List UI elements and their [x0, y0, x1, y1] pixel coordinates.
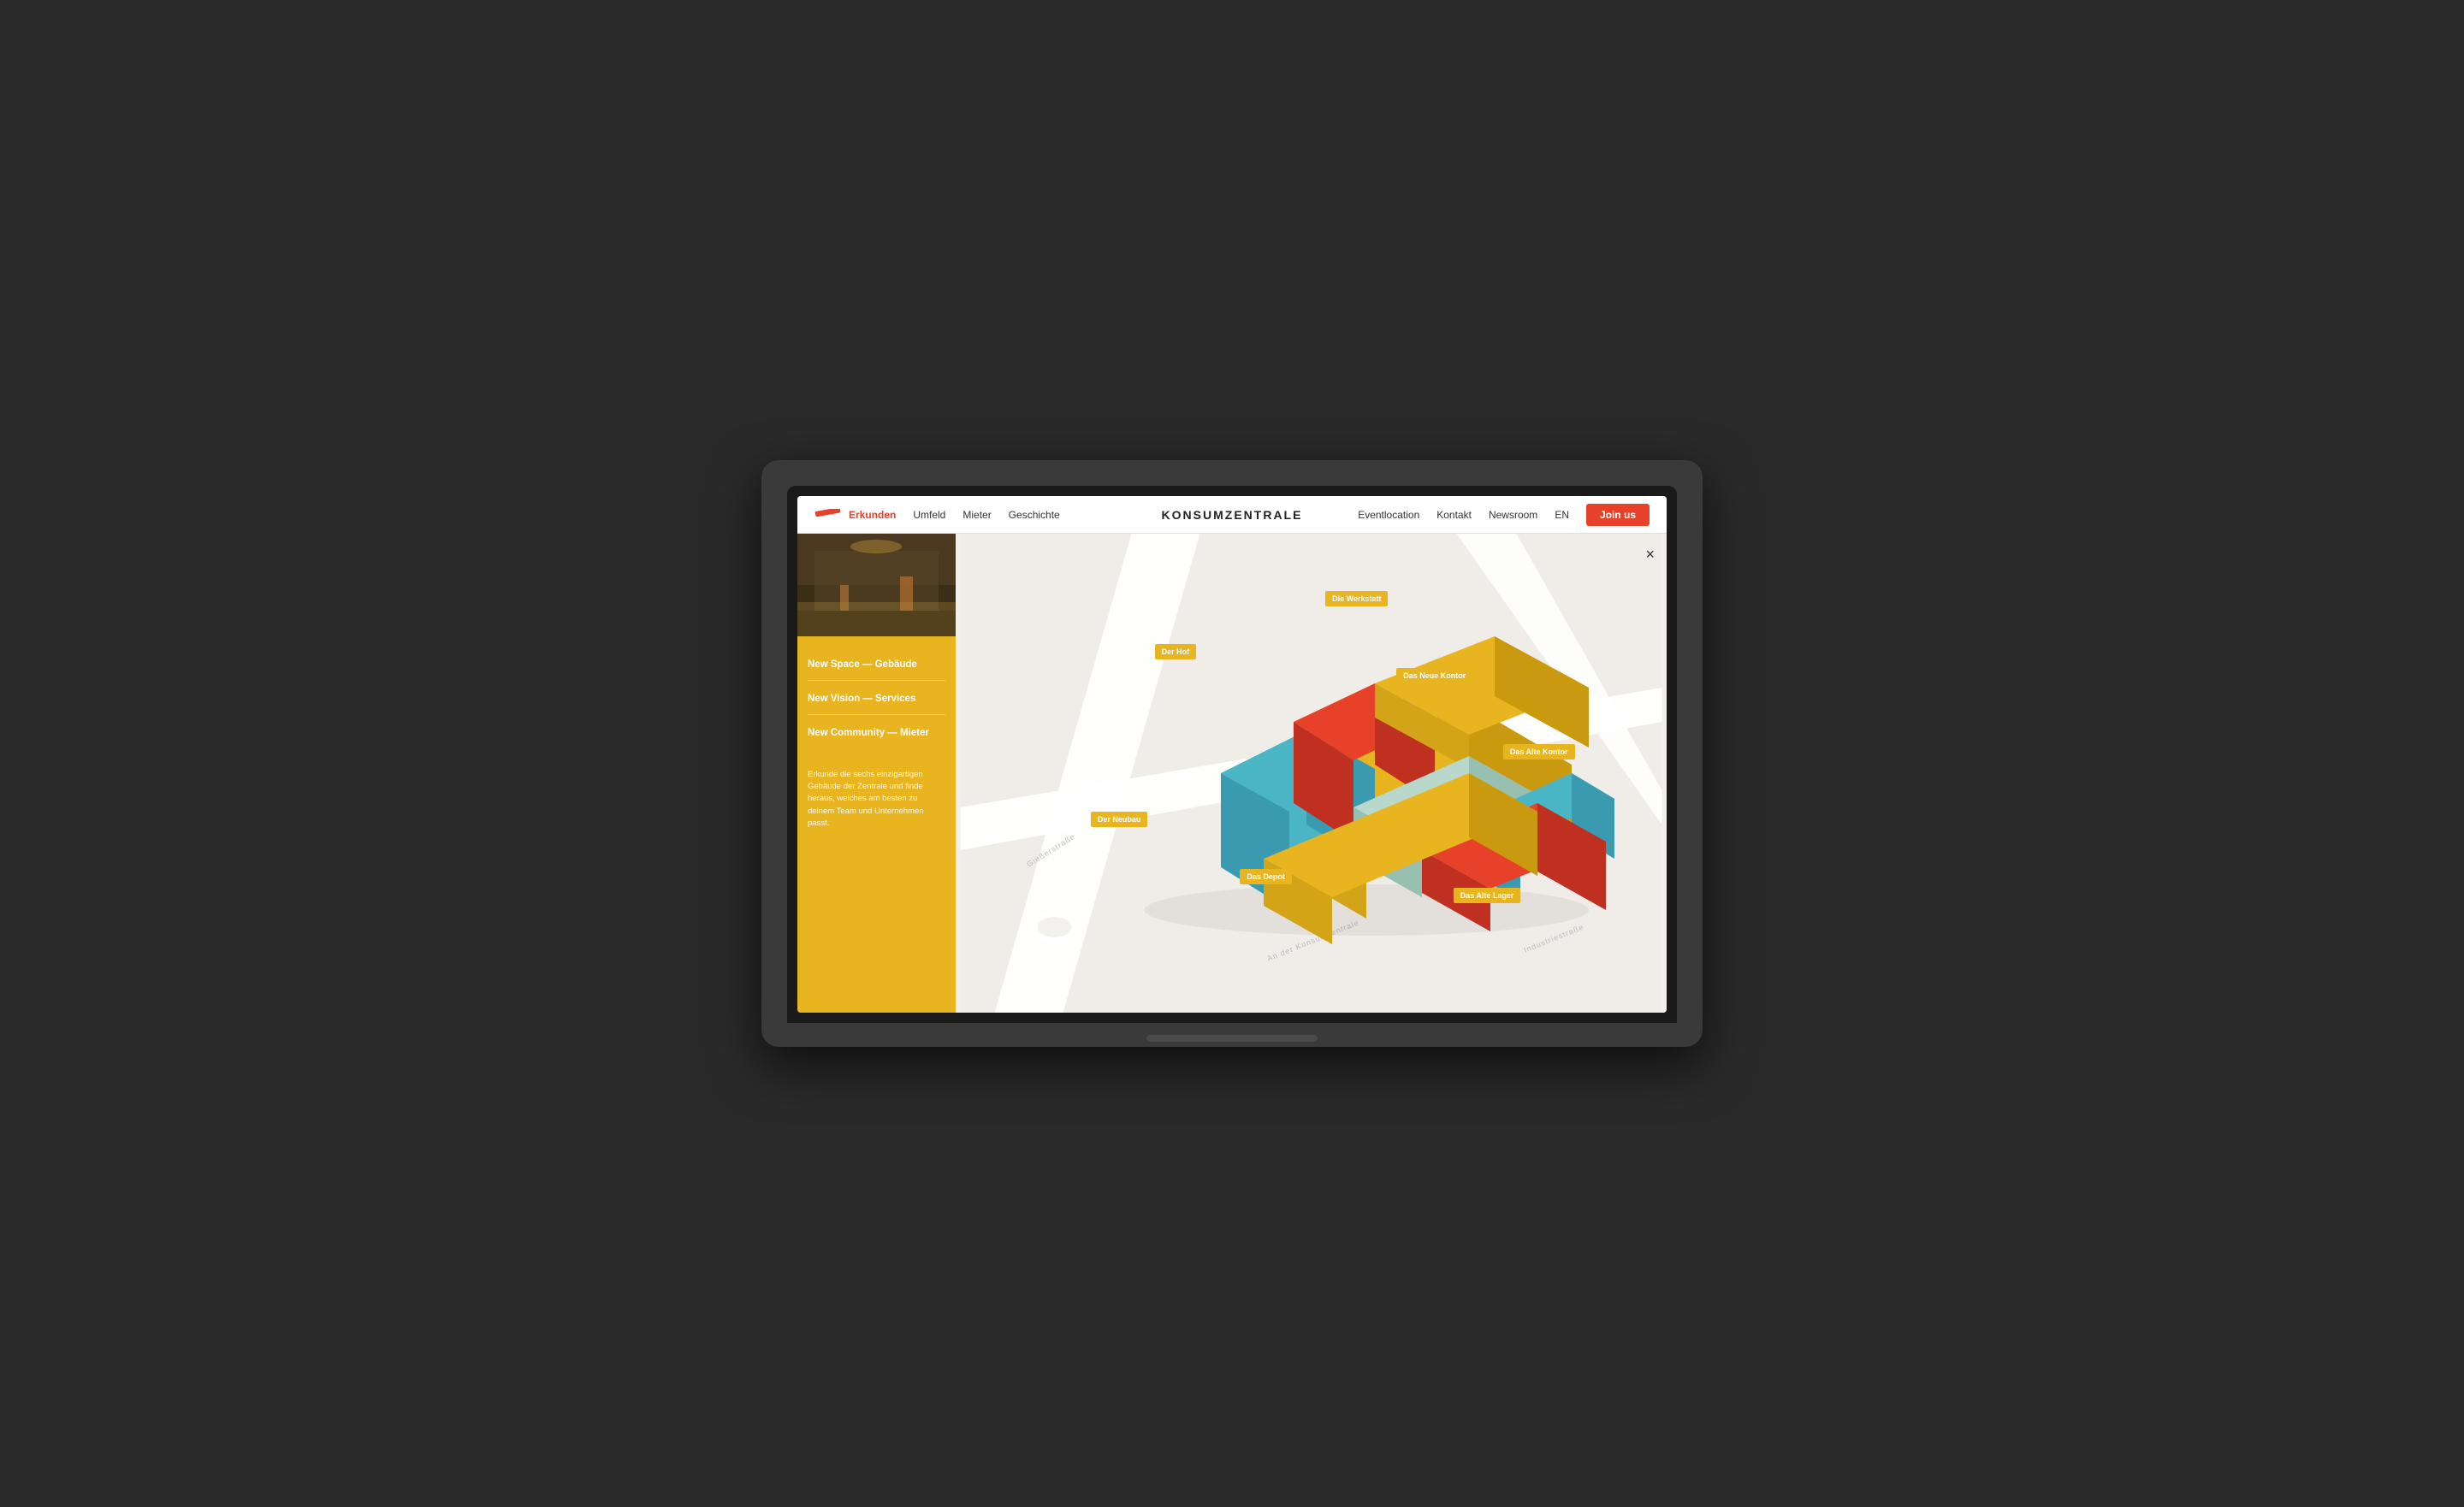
nav-item-geschichte[interactable]: Geschichte	[1009, 509, 1060, 521]
sidebar-menu: New Space — Gebäude New Vision — Service…	[797, 636, 956, 762]
laptop-base	[787, 1023, 1677, 1047]
map-area: × Gießerstraße An der Konsumzentrale	[956, 534, 1667, 1013]
nav-item-lang[interactable]: EN	[1555, 509, 1569, 521]
sidebar-description: Erkunde die sechs einzigartigen Gebäude …	[797, 762, 956, 843]
sidebar-item-new-community[interactable]: New Community — Mieter	[808, 718, 945, 748]
sidebar-image-inner	[797, 534, 956, 636]
label-das-neue-kontor[interactable]: Das Neue Kontor	[1396, 668, 1472, 683]
sidebar-photo	[797, 534, 956, 636]
navbar: Erkunden Umfeld Mieter Geschichte KONSUM…	[797, 496, 1667, 534]
nav-item-erkunden[interactable]: Erkunden	[849, 509, 896, 521]
nav-item-umfeld[interactable]: Umfeld	[913, 509, 945, 521]
label-das-alte-kontor[interactable]: Das Alte Kontor	[1503, 744, 1575, 759]
laptop-outer: Erkunden Umfeld Mieter Geschichte KONSUM…	[761, 460, 1703, 1047]
nav-item-kontakt[interactable]: Kontakt	[1436, 509, 1472, 521]
label-der-hof[interactable]: Der Hof	[1155, 644, 1197, 659]
sidebar: New Space — Gebäude New Vision — Service…	[797, 534, 956, 1013]
screen-bezel: Erkunden Umfeld Mieter Geschichte KONSUM…	[787, 486, 1677, 1023]
sidebar-item-new-space[interactable]: New Space — Gebäude	[808, 650, 945, 681]
label-die-werkstatt[interactable]: Die Werkstatt	[1325, 591, 1388, 606]
screen: Erkunden Umfeld Mieter Geschichte KONSUM…	[797, 496, 1667, 1013]
close-button[interactable]: ×	[1645, 546, 1655, 564]
nav-item-newsroom[interactable]: Newsroom	[1489, 509, 1537, 521]
nav-logo: Erkunden	[814, 509, 896, 521]
content-area: New Space — Gebäude New Vision — Service…	[797, 534, 1667, 1013]
nav-left: Erkunden Umfeld Mieter Geschichte	[814, 509, 1060, 521]
sidebar-item-new-vision[interactable]: New Vision — Services	[808, 684, 945, 715]
building-svg	[1110, 636, 1623, 944]
nav-right: Eventlocation Kontakt Newsroom EN Join u…	[1358, 504, 1650, 526]
sidebar-image	[797, 534, 956, 636]
label-der-neubau[interactable]: Der Neubau	[1091, 812, 1148, 827]
join-button[interactable]: Join us	[1586, 504, 1650, 526]
nav-item-eventlocation[interactable]: Eventlocation	[1358, 509, 1419, 521]
label-das-alte-lager[interactable]: Das Alte Lager	[1454, 888, 1521, 903]
label-das-depot[interactable]: Das Depot	[1240, 869, 1292, 884]
logo-icon	[814, 509, 842, 521]
nav-brand: KONSUMZENTRALE	[1162, 508, 1303, 522]
nav-item-mieter[interactable]: Mieter	[962, 509, 991, 521]
